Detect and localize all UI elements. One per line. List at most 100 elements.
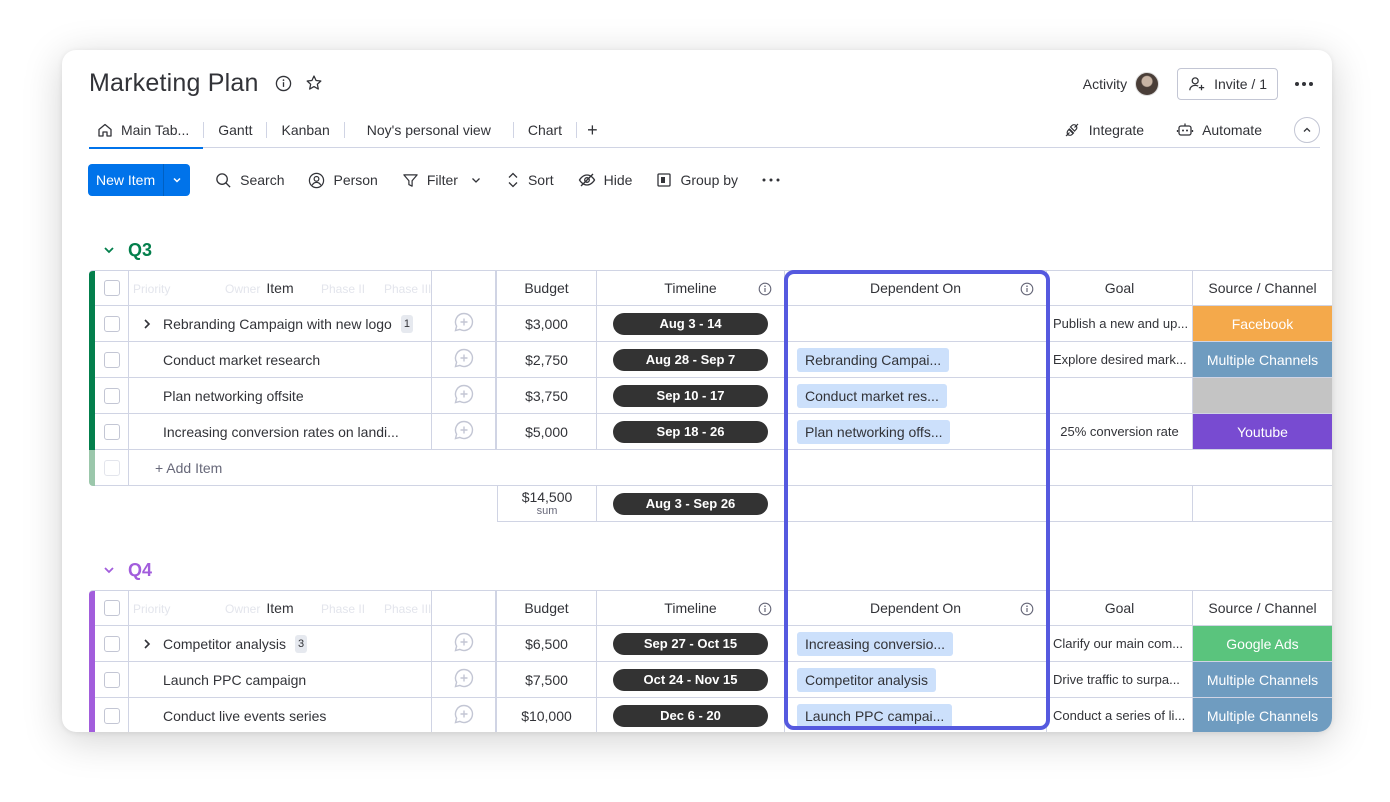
info-icon[interactable] xyxy=(275,74,293,92)
dependency-chip[interactable]: Rebranding Campai... xyxy=(797,347,950,372)
goal-cell[interactable]: Publish a new and up... xyxy=(1047,306,1193,342)
goal-cell[interactable]: Explore desired mark... xyxy=(1047,342,1193,378)
row-checkbox[interactable] xyxy=(95,414,129,450)
chevron-right-icon[interactable] xyxy=(141,317,153,333)
timeline-cell[interactable]: Aug 28 - Sep 7 xyxy=(597,342,785,378)
column-header-goal[interactable]: Goal xyxy=(1047,270,1193,306)
timeline-pill[interactable]: Dec 6 - 20 xyxy=(613,704,768,727)
sort-button[interactable]: Sort xyxy=(506,171,554,189)
dependency-chip[interactable]: Plan networking offs... xyxy=(797,419,951,444)
tab-main-table[interactable]: Main Tab... xyxy=(89,112,204,149)
new-item-dropdown[interactable] xyxy=(163,164,190,196)
dependent-on-cell[interactable] xyxy=(785,306,1047,342)
dependency-chip[interactable]: Launch PPC campai... xyxy=(797,703,953,728)
row-checkbox[interactable] xyxy=(95,378,129,414)
group-by-button[interactable]: Group by xyxy=(656,172,738,188)
row-checkbox[interactable] xyxy=(95,342,129,378)
more-options-icon[interactable] xyxy=(1292,72,1316,96)
add-update-icon[interactable] xyxy=(453,383,475,408)
goal-cell[interactable]: Drive traffic to surpa... xyxy=(1047,662,1193,698)
column-header-dependent-on[interactable]: Dependent On xyxy=(785,270,1047,306)
item-name-cell[interactable]: Launch PPC campaign xyxy=(129,662,432,698)
timeline-cell[interactable]: Aug 3 - 14 xyxy=(597,306,785,342)
source-channel-cell[interactable]: Multiple Channels xyxy=(1193,662,1332,698)
timeline-cell[interactable]: Sep 18 - 26 xyxy=(597,414,785,450)
tab-gantt[interactable]: Gantt xyxy=(204,112,266,148)
budget-cell[interactable]: $2,750 xyxy=(497,342,597,378)
budget-cell[interactable]: $6,500 xyxy=(497,626,597,662)
select-all-checkbox[interactable] xyxy=(95,590,129,626)
automate-button[interactable]: Automate xyxy=(1176,121,1262,139)
timeline-pill[interactable]: Sep 27 - Oct 15 xyxy=(613,632,768,655)
group-title[interactable]: Q4 xyxy=(128,560,152,581)
add-update-icon[interactable] xyxy=(453,311,475,336)
dependent-on-cell[interactable]: Conduct market res... xyxy=(785,378,1047,414)
dependency-chip[interactable]: Conduct market res... xyxy=(797,383,947,408)
table-row[interactable]: Rebranding Campaign with new logo 1 $3,0… xyxy=(89,306,1332,342)
column-header-budget[interactable]: Budget xyxy=(497,270,597,306)
info-icon[interactable] xyxy=(1020,282,1034,299)
budget-cell[interactable]: $5,000 xyxy=(497,414,597,450)
item-name-cell[interactable]: Increasing conversion rates on landi... xyxy=(129,414,432,450)
board-title[interactable]: Marketing Plan xyxy=(89,69,259,98)
item-name-cell[interactable]: Rebranding Campaign with new logo 1 xyxy=(129,306,432,342)
row-checkbox[interactable] xyxy=(95,698,129,732)
star-icon[interactable] xyxy=(305,74,323,92)
column-header-timeline[interactable]: Timeline xyxy=(597,590,785,626)
add-update-icon[interactable] xyxy=(453,703,475,728)
dependent-on-cell[interactable]: Increasing conversio... xyxy=(785,626,1047,662)
select-all-checkbox[interactable] xyxy=(95,270,129,306)
subitem-count-badge[interactable]: 1 xyxy=(400,314,413,333)
budget-cell[interactable]: $7,500 xyxy=(497,662,597,698)
timeline-cell[interactable]: Sep 27 - Oct 15 xyxy=(597,626,785,662)
goal-cell[interactable] xyxy=(1047,378,1193,414)
timeline-pill[interactable]: Oct 24 - Nov 15 xyxy=(613,668,768,691)
budget-cell[interactable]: $3,000 xyxy=(497,306,597,342)
source-channel-cell[interactable]: Facebook xyxy=(1193,306,1332,342)
column-header-goal[interactable]: Goal xyxy=(1047,590,1193,626)
group-header-q4[interactable]: Q4 xyxy=(102,558,152,582)
group-title[interactable]: Q3 xyxy=(128,240,152,261)
table-row[interactable]: Increasing conversion rates on landi... … xyxy=(89,414,1332,450)
dependency-chip[interactable]: Competitor analysis xyxy=(797,667,936,692)
dependent-on-cell[interactable]: Plan networking offs... xyxy=(785,414,1047,450)
tab-personal-view[interactable]: Noy's personal view xyxy=(345,112,513,148)
info-icon[interactable] xyxy=(758,602,772,619)
info-icon[interactable] xyxy=(1020,602,1034,619)
timeline-pill[interactable]: Sep 18 - 26 xyxy=(613,420,768,443)
subitem-count-badge[interactable]: 3 xyxy=(294,634,308,653)
activity-button[interactable]: Activity xyxy=(1083,72,1160,96)
dependent-on-cell[interactable]: Rebranding Campai... xyxy=(785,342,1047,378)
conversation-cell[interactable] xyxy=(432,414,497,450)
add-update-icon[interactable] xyxy=(453,347,475,372)
timeline-pill[interactable]: Sep 10 - 17 xyxy=(613,384,768,407)
chevron-down-icon[interactable] xyxy=(102,563,116,577)
timeline-pill[interactable]: Aug 28 - Sep 7 xyxy=(613,348,768,371)
add-update-icon[interactable] xyxy=(453,419,475,444)
column-header-source[interactable]: Source / Channel xyxy=(1193,270,1332,306)
person-filter-button[interactable]: Person xyxy=(308,172,378,189)
item-name-cell[interactable]: Conduct live events series xyxy=(129,698,432,732)
filter-button[interactable]: Filter xyxy=(402,172,482,189)
table-row[interactable]: Competitor analysis 3 $6,500 Sep 27 - Oc… xyxy=(89,626,1332,662)
chevron-right-icon[interactable] xyxy=(141,637,153,653)
tab-chart[interactable]: Chart xyxy=(514,112,576,148)
column-header-budget[interactable]: Budget xyxy=(497,590,597,626)
conversation-cell[interactable] xyxy=(432,626,497,662)
chevron-down-icon[interactable] xyxy=(470,174,482,186)
item-name-cell[interactable]: Competitor analysis 3 xyxy=(129,626,432,662)
hide-button[interactable]: Hide xyxy=(578,171,632,189)
table-row[interactable]: Conduct market research $2,750 Aug 28 - … xyxy=(89,342,1332,378)
source-channel-cell[interactable]: Google Ads xyxy=(1193,626,1332,662)
budget-cell[interactable]: $3,750 xyxy=(497,378,597,414)
search-button[interactable]: Search xyxy=(215,172,284,189)
tab-kanban[interactable]: Kanban xyxy=(267,112,343,148)
source-channel-cell[interactable]: Multiple Channels xyxy=(1193,698,1332,732)
source-channel-cell[interactable]: Multiple Channels xyxy=(1193,342,1332,378)
timeline-cell[interactable]: Dec 6 - 20 xyxy=(597,698,785,732)
group-header-q3[interactable]: Q3 xyxy=(102,238,152,262)
info-icon[interactable] xyxy=(758,282,772,299)
source-channel-cell[interactable] xyxy=(1193,378,1332,414)
timeline-cell[interactable]: Oct 24 - Nov 15 xyxy=(597,662,785,698)
timeline-pill[interactable]: Aug 3 - 14 xyxy=(613,312,768,335)
